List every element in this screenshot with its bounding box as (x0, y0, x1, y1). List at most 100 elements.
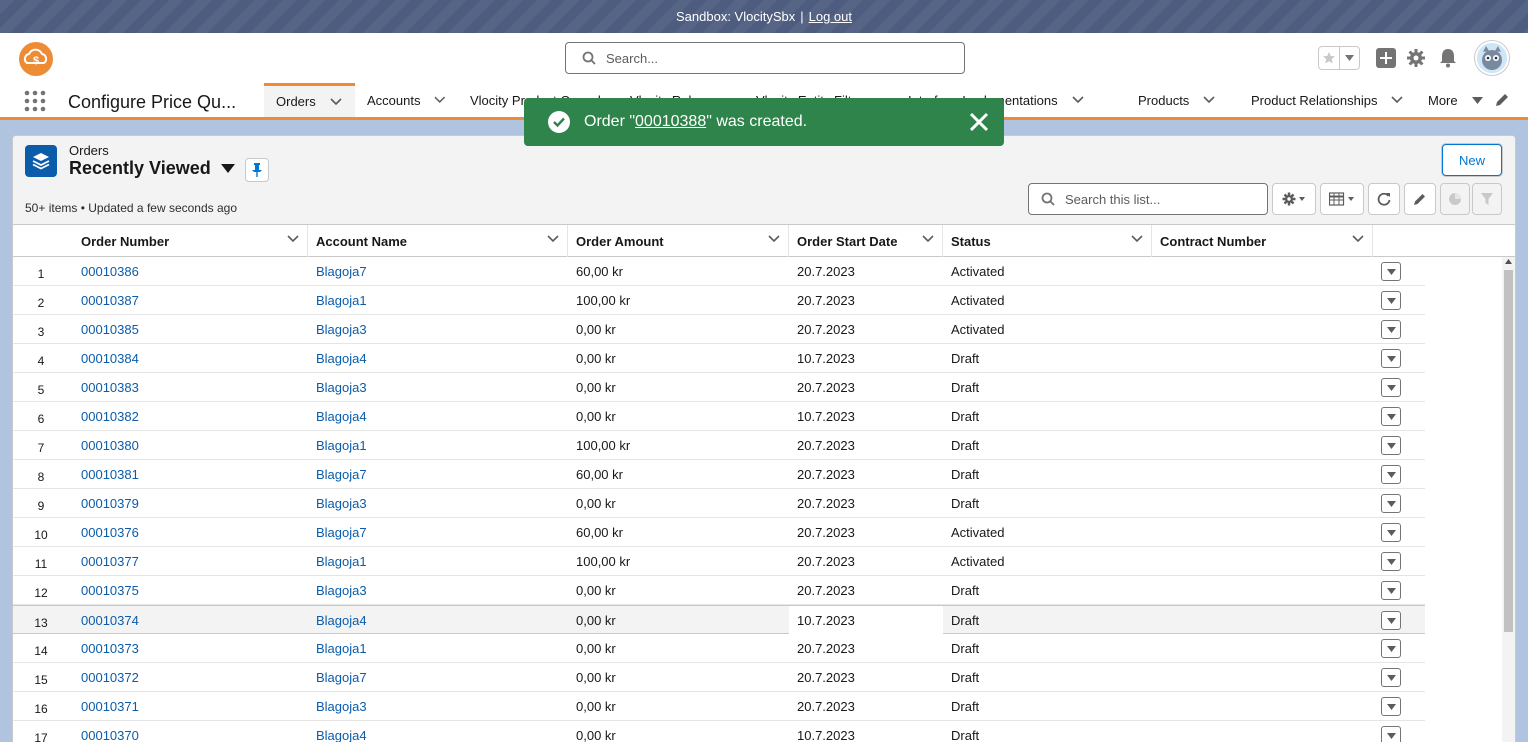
nav-tab-accounts[interactable]: Accounts (355, 83, 458, 117)
refresh-button[interactable] (1368, 183, 1400, 215)
table-row[interactable]: 14 00010373 Blagoja1 0,00 kr 20.7.2023 Draft (13, 634, 1425, 663)
chevron-down-icon[interactable] (547, 235, 559, 243)
user-avatar[interactable] (1475, 41, 1509, 75)
nav-tab-product-relationships[interactable]: Product Relationships (1239, 83, 1416, 117)
account-name-link[interactable]: Blagoja1 (316, 438, 367, 453)
table-row[interactable]: 9 00010379 Blagoja3 0,00 kr 20.7.2023 Draft (13, 489, 1425, 518)
setup-gear-icon[interactable] (1405, 47, 1427, 69)
row-actions-button[interactable] (1381, 349, 1401, 368)
account-name-link[interactable]: Blagoja7 (316, 467, 367, 482)
row-actions-button[interactable] (1381, 465, 1401, 484)
account-name-link[interactable]: Blagoja4 (316, 728, 367, 742)
row-actions-button[interactable] (1381, 611, 1401, 630)
column-header-order-number[interactable]: Order Number (73, 225, 308, 257)
chevron-down-icon[interactable] (922, 235, 934, 243)
table-row[interactable]: 8 00010381 Blagoja7 60,00 kr 20.7.2023 Draft (13, 460, 1425, 489)
favorite-star-icon[interactable] (1319, 47, 1340, 69)
list-search-input[interactable]: Search this list... (1028, 183, 1268, 215)
table-row[interactable]: 5 00010383 Blagoja3 0,00 kr 20.7.2023 Draft (13, 373, 1425, 402)
salesforce-cloud-logo[interactable]: $ (17, 41, 56, 77)
table-row[interactable]: 12 00010375 Blagoja3 0,00 kr 20.7.2023 Draft (13, 576, 1425, 605)
table-scrollbar[interactable] (1502, 257, 1515, 742)
row-actions-button[interactable] (1381, 494, 1401, 513)
table-row[interactable]: 3 00010385 Blagoja3 0,00 kr 20.7.2023 Activat… (13, 315, 1425, 344)
account-name-link[interactable]: Blagoja3 (316, 699, 367, 714)
pin-list-view-button[interactable] (245, 158, 269, 182)
new-order-button[interactable]: New (1442, 144, 1502, 176)
order-number-link[interactable]: 00010370 (81, 728, 139, 742)
chevron-down-icon[interactable] (1352, 235, 1364, 243)
nav-tab-orders[interactable]: Orders (264, 83, 355, 117)
display-as-table-button[interactable] (1320, 183, 1364, 215)
chevron-down-icon[interactable] (1203, 96, 1215, 104)
toast-order-link[interactable]: 00010388 (635, 113, 706, 131)
scrollbar-thumb[interactable] (1504, 270, 1513, 632)
table-row[interactable]: 7 00010380 Blagoja1 100,00 kr 20.7.2023 Draft (13, 431, 1425, 460)
column-header-contract-number[interactable]: Contract Number (1152, 225, 1373, 257)
chevron-down-icon[interactable] (434, 96, 446, 104)
row-actions-button[interactable] (1381, 291, 1401, 310)
account-name-link[interactable]: Blagoja4 (316, 409, 367, 424)
order-number-link[interactable]: 00010384 (81, 351, 139, 366)
chevron-down-icon[interactable] (768, 235, 780, 243)
order-number-link[interactable]: 00010382 (81, 409, 139, 424)
favorites-dropdown-icon[interactable] (1340, 47, 1359, 69)
table-row[interactable]: 11 00010377 Blagoja1 100,00 kr 20.7.2023 Acti… (13, 547, 1425, 576)
filter-button[interactable] (1472, 183, 1502, 215)
nav-tab-products[interactable]: Products (1126, 83, 1239, 117)
app-launcher-grid-icon[interactable] (24, 90, 46, 112)
chevron-down-icon[interactable] (287, 235, 299, 243)
order-number-link[interactable]: 00010374 (81, 613, 139, 628)
logout-link[interactable]: Log out (809, 9, 852, 24)
chevron-down-icon[interactable] (1072, 96, 1084, 104)
order-number-link[interactable]: 00010380 (81, 438, 139, 453)
charts-button[interactable] (1440, 183, 1470, 215)
nav-more-menu[interactable]: More (1416, 83, 1496, 117)
account-name-link[interactable]: Blagoja7 (316, 670, 367, 685)
row-actions-button[interactable] (1381, 581, 1401, 600)
account-name-link[interactable]: Blagoja7 (316, 264, 367, 279)
table-row[interactable]: 10 00010376 Blagoja7 60,00 kr 20.7.2023 Activ… (13, 518, 1425, 547)
order-number-link[interactable]: 00010371 (81, 699, 139, 714)
order-number-link[interactable]: 00010381 (81, 467, 139, 482)
column-header-account-name[interactable]: Account Name (308, 225, 568, 257)
row-actions-button[interactable] (1381, 639, 1401, 658)
order-number-link[interactable]: 00010375 (81, 583, 139, 598)
row-actions-button[interactable] (1381, 668, 1401, 687)
global-create-icon[interactable] (1375, 47, 1397, 69)
column-header-order-amount[interactable]: Order Amount (568, 225, 789, 257)
column-header-status[interactable]: Status (943, 225, 1152, 257)
row-actions-button[interactable] (1381, 262, 1401, 281)
edit-nav-pencil-icon[interactable] (1494, 92, 1512, 110)
row-actions-button[interactable] (1381, 320, 1401, 339)
notifications-bell-icon[interactable] (1437, 47, 1459, 69)
order-number-link[interactable]: 00010379 (81, 496, 139, 511)
account-name-link[interactable]: Blagoja3 (316, 380, 367, 395)
account-name-link[interactable]: Blagoja1 (316, 293, 367, 308)
table-row[interactable]: 13 00010374 Blagoja4 0,00 kr 10.7.2023 Draft (13, 605, 1425, 635)
account-name-link[interactable]: Blagoja7 (316, 525, 367, 540)
account-name-link[interactable]: Blagoja1 (316, 554, 367, 569)
account-name-link[interactable]: Blagoja4 (316, 351, 367, 366)
close-icon[interactable] (968, 111, 990, 133)
row-actions-button[interactable] (1381, 378, 1401, 397)
account-name-link[interactable]: Blagoja3 (316, 322, 367, 337)
caret-down-icon[interactable] (220, 164, 235, 173)
order-number-link[interactable]: 00010385 (81, 322, 139, 337)
order-number-link[interactable]: 00010373 (81, 641, 139, 656)
global-search-input[interactable]: Search... (565, 42, 965, 74)
account-name-link[interactable]: Blagoja3 (316, 496, 367, 511)
order-number-link[interactable]: 00010376 (81, 525, 139, 540)
order-number-link[interactable]: 00010372 (81, 670, 139, 685)
row-actions-button[interactable] (1381, 552, 1401, 571)
caret-down-icon[interactable] (1471, 96, 1483, 104)
order-number-link[interactable]: 00010377 (81, 554, 139, 569)
row-actions-button[interactable] (1381, 726, 1401, 742)
table-row[interactable]: 6 00010382 Blagoja4 0,00 kr 10.7.2023 Draft (13, 402, 1425, 431)
row-actions-button[interactable] (1381, 697, 1401, 716)
scroll-up-icon[interactable] (1505, 259, 1512, 264)
row-actions-button[interactable] (1381, 523, 1401, 542)
chevron-down-icon[interactable] (1131, 235, 1143, 243)
table-row[interactable]: 16 00010371 Blagoja3 0,00 kr 20.7.2023 Draft (13, 692, 1425, 721)
account-name-link[interactable]: Blagoja3 (316, 583, 367, 598)
